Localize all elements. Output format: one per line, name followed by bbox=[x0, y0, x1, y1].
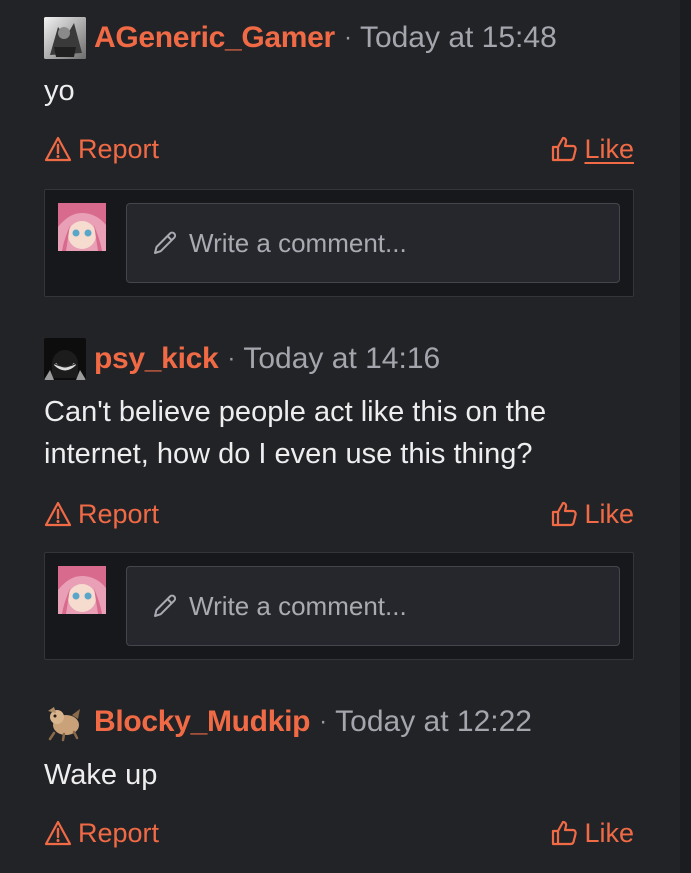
pencil-icon bbox=[154, 231, 177, 254]
post-actions: Report Like bbox=[44, 129, 634, 169]
report-label: Report bbox=[78, 817, 160, 848]
comment-placeholder: Write a comment... bbox=[189, 590, 407, 621]
like-label: Like bbox=[584, 498, 634, 529]
username[interactable]: psy_kick bbox=[94, 342, 219, 376]
username[interactable]: AGeneric_Gamer bbox=[94, 21, 335, 55]
post: AGeneric_Gamer · Today at 15:48 yo Repor… bbox=[44, 16, 634, 169]
separator: · bbox=[227, 345, 236, 372]
warning-triangle-icon bbox=[44, 136, 72, 162]
post: psy_kick · Today at 14:16 Can't believe … bbox=[44, 337, 634, 534]
separator: · bbox=[343, 24, 352, 51]
report-label: Report bbox=[78, 133, 160, 164]
post-header: AGeneric_Gamer · Today at 15:48 bbox=[44, 16, 634, 60]
scrollbar[interactable] bbox=[680, 0, 691, 873]
thumbs-up-icon bbox=[552, 501, 578, 527]
like-button[interactable]: Like bbox=[550, 134, 634, 165]
thumbs-up-icon bbox=[552, 136, 578, 162]
like-label: Like bbox=[584, 133, 634, 164]
warning-triangle-icon bbox=[44, 820, 72, 846]
post-content: Can't believe people act like this on th… bbox=[44, 396, 547, 470]
comment-box: Write a comment... bbox=[44, 189, 634, 297]
separator: · bbox=[319, 708, 328, 735]
comment-box: Write a comment... bbox=[44, 552, 634, 660]
username[interactable]: Blocky_Mudkip bbox=[94, 705, 310, 739]
report-button[interactable]: Report bbox=[44, 499, 159, 530]
report-button[interactable]: Report bbox=[44, 134, 159, 165]
like-button[interactable]: Like bbox=[550, 499, 634, 530]
pencil-icon bbox=[154, 594, 177, 617]
timestamp: Today at 14:16 bbox=[243, 342, 441, 375]
post-content: Wake up bbox=[44, 759, 158, 791]
post-actions: Report Like bbox=[44, 813, 634, 853]
like-button[interactable]: Like bbox=[550, 818, 634, 849]
post-content: yo bbox=[44, 75, 75, 107]
report-button[interactable]: Report bbox=[44, 818, 159, 849]
post: Blocky_Mudkip · Today at 12:22 Wake up R… bbox=[44, 700, 634, 853]
post-actions: Report Like bbox=[44, 494, 634, 534]
avatar[interactable] bbox=[44, 701, 86, 743]
timestamp: Today at 15:48 bbox=[359, 21, 557, 54]
thumbs-up-icon bbox=[552, 820, 578, 846]
timestamp: Today at 12:22 bbox=[335, 705, 532, 738]
post-header: Blocky_Mudkip · Today at 12:22 bbox=[44, 700, 634, 744]
avatar[interactable] bbox=[44, 17, 86, 59]
like-label: Like bbox=[584, 817, 634, 848]
current-user-avatar bbox=[58, 203, 106, 251]
comment-input[interactable]: Write a comment... bbox=[126, 203, 620, 283]
avatar[interactable] bbox=[44, 338, 86, 380]
current-user-avatar bbox=[58, 566, 106, 614]
comment-input[interactable]: Write a comment... bbox=[126, 566, 620, 646]
report-label: Report bbox=[78, 498, 160, 529]
warning-triangle-icon bbox=[44, 501, 72, 527]
post-header: psy_kick · Today at 14:16 bbox=[44, 337, 634, 381]
comment-placeholder: Write a comment... bbox=[189, 227, 407, 258]
